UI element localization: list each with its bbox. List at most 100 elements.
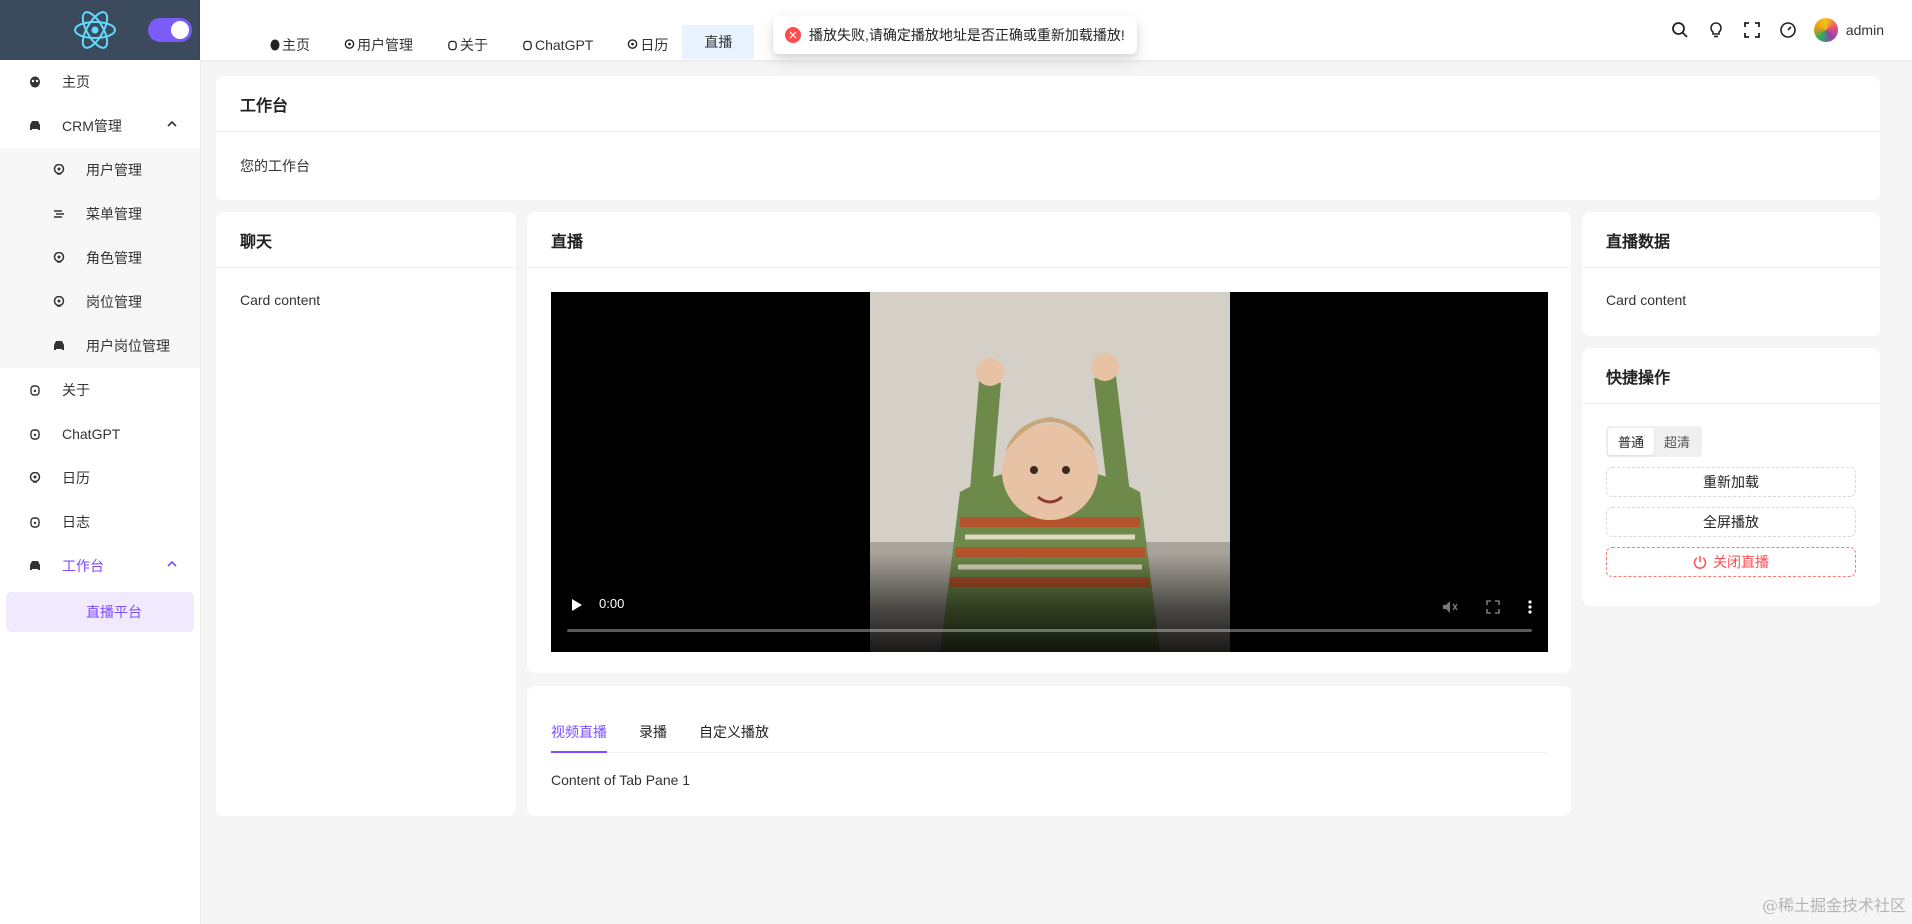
quality-option-hd[interactable]: 超清 xyxy=(1654,428,1700,455)
sidebar-item-label: 主页 xyxy=(62,74,90,90)
sidebar-item-label: ChatGPT xyxy=(62,426,121,442)
lightbulb-icon[interactable] xyxy=(1706,20,1726,40)
video-player[interactable]: 0:00 xyxy=(551,292,1548,652)
tab-calendar[interactable]: 日历 xyxy=(627,31,668,59)
error-icon: ✕ xyxy=(785,27,801,43)
card-content: 您的工作台 xyxy=(240,158,310,174)
username[interactable]: admin xyxy=(1846,22,1884,38)
sidebar-item-chatgpt[interactable]: ChatGPT xyxy=(0,412,200,456)
workbench-card: 工作台 您的工作台 xyxy=(216,76,1880,200)
sidebar-item-user-management[interactable]: 用户管理 xyxy=(0,148,200,192)
alien-icon xyxy=(270,39,280,51)
sidebar-item-label: 日志 xyxy=(62,514,90,530)
chat-card: 聊天 Card content xyxy=(216,212,516,816)
tab-pane-content: Content of Tab Pane 1 xyxy=(551,772,691,788)
robot-icon xyxy=(28,515,42,529)
chevron-up-icon xyxy=(167,560,177,567)
sidebar-item-menu-management[interactable]: 菜单管理 xyxy=(0,192,200,236)
video-tabs: 视频直播 录播 自定义播放 xyxy=(551,714,1547,753)
sidebar-item-calendar[interactable]: 日历 xyxy=(0,456,200,500)
card-title: 直播数据 xyxy=(1582,212,1880,268)
pin-icon xyxy=(28,471,42,485)
video-tabs-card: 视频直播 录播 自定义播放 Content of Tab Pane 1 xyxy=(527,686,1571,816)
watermark: @稀土掘金技术社区 xyxy=(1761,896,1906,915)
sidebar-item-live-platform[interactable]: 直播平台 xyxy=(6,592,194,632)
car-icon xyxy=(28,559,42,573)
tab-label: 用户管理 xyxy=(357,37,413,53)
quality-segmented-control: 普通 超清 xyxy=(1606,426,1703,457)
more-options-icon[interactable] xyxy=(1528,600,1532,614)
robot-icon xyxy=(448,40,457,51)
avatar[interactable] xyxy=(1813,18,1838,42)
error-toast: ✕ 播放失败,请确定播放地址是否正确或重新加载播放! xyxy=(773,16,1137,54)
play-icon[interactable] xyxy=(571,598,583,612)
sidebar-item-label: CRM管理 xyxy=(62,118,122,134)
tab-label: 主页 xyxy=(282,37,310,53)
video-progress-bar[interactable] xyxy=(567,629,1532,632)
live-card: 直播 0:00 xyxy=(527,212,1571,673)
tab-label: 直播 xyxy=(704,34,733,50)
robot-icon xyxy=(28,383,42,397)
reload-button[interactable]: 重新加载 xyxy=(1606,467,1856,497)
sidebar-item-label: 日历 xyxy=(62,470,90,486)
pin-icon xyxy=(52,251,66,265)
pin-icon xyxy=(52,163,66,177)
react-logo-icon[interactable] xyxy=(70,5,120,55)
tab-live[interactable]: 直播 xyxy=(682,25,755,59)
close-live-button[interactable]: 关闭直播 xyxy=(1606,547,1856,577)
fullscreen-icon[interactable] xyxy=(1742,20,1762,40)
robot-icon xyxy=(523,40,532,51)
robot-icon xyxy=(28,427,42,441)
sidebar-item-workbench[interactable]: 工作台 xyxy=(0,544,200,588)
sidebar-item-user-position-management[interactable]: 用户岗位管理 xyxy=(0,324,200,368)
quick-actions-body: 普通 超清 重新加载 全屏播放 关闭直播 xyxy=(1582,404,1880,611)
card-title: 直播 xyxy=(527,212,1571,268)
dashboard-icon[interactable] xyxy=(1778,20,1798,40)
crm-submenu: 用户管理 菜单管理 角色管理 岗位管理 用户岗位管理 xyxy=(0,148,200,368)
card-title: 聊天 xyxy=(216,212,516,268)
menu-icon xyxy=(52,207,66,221)
search-icon[interactable] xyxy=(1670,20,1690,40)
sidebar-item-label: 工作台 xyxy=(62,558,104,574)
toast-message: 播放失败,请确定播放地址是否正确或重新加载播放! xyxy=(809,27,1125,43)
video-right-controls xyxy=(1414,600,1532,614)
fullscreen-icon[interactable] xyxy=(1486,600,1500,614)
quick-actions-card: 快捷操作 普通 超清 重新加载 全屏播放 关闭直播 xyxy=(1582,348,1880,606)
sidebar-item-position-management[interactable]: 岗位管理 xyxy=(0,280,200,324)
sidebar-item-label: 关于 xyxy=(62,382,90,398)
sidebar-item-home[interactable]: 主页 xyxy=(0,60,200,104)
volume-icon[interactable] xyxy=(1442,600,1458,614)
theme-toggle[interactable] xyxy=(148,18,192,42)
header-tabs: 主页 用户管理 关于 ChatGPT 日历 直播 xyxy=(270,25,788,62)
card-content: Card content xyxy=(240,292,321,308)
sidebar-item-about[interactable]: 关于 xyxy=(0,368,200,412)
card-title: 快捷操作 xyxy=(1582,348,1880,404)
live-data-card: 直播数据 Card content xyxy=(1582,212,1880,336)
tab-chatgpt[interactable]: ChatGPT xyxy=(522,31,593,59)
sidebar-item-label: 直播平台 xyxy=(86,604,142,620)
sidebar-item-logs[interactable]: 日志 xyxy=(0,500,200,544)
sidebar-item-crm[interactable]: CRM管理 xyxy=(0,104,200,148)
sidebar-item-label: 角色管理 xyxy=(86,250,142,266)
sidebar-item-label: 菜单管理 xyxy=(86,206,142,222)
sidebar-item-label: 岗位管理 xyxy=(86,294,142,310)
tab-custom-play[interactable]: 自定义播放 xyxy=(699,714,769,752)
tab-video-live[interactable]: 视频直播 xyxy=(551,714,607,753)
tab-label: 关于 xyxy=(460,37,488,53)
tab-recorded[interactable]: 录播 xyxy=(639,714,667,752)
tab-user-management[interactable]: 用户管理 xyxy=(344,31,413,59)
video-controls: 0:00 xyxy=(551,552,1548,652)
tab-about[interactable]: 关于 xyxy=(447,31,488,59)
tab-label: ChatGPT xyxy=(535,37,594,53)
sidebar-header xyxy=(0,0,200,60)
sidebar-item-role-management[interactable]: 角色管理 xyxy=(0,236,200,280)
video-time: 0:00 xyxy=(599,596,625,611)
chevron-up-icon xyxy=(167,120,177,127)
close-live-label: 关闭直播 xyxy=(1713,554,1769,570)
quality-option-normal[interactable]: 普通 xyxy=(1608,428,1655,455)
card-title: 工作台 xyxy=(216,76,1880,132)
fullscreen-play-button[interactable]: 全屏播放 xyxy=(1606,507,1856,537)
header-actions: admin xyxy=(1654,18,1884,42)
pin-icon xyxy=(52,295,66,309)
tab-home[interactable]: 主页 xyxy=(270,31,310,59)
